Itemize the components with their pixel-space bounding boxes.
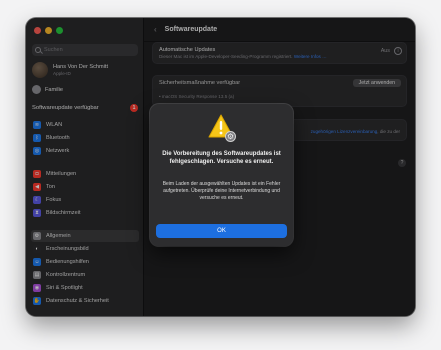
error-dialog: ⚙ Die Vorbereitung des Softwareupdates i…: [150, 104, 293, 246]
warning-icon: ⚙: [208, 114, 236, 142]
ok-button[interactable]: OK: [156, 224, 287, 238]
dialog-title: Die Vorbereitung des Softwareupdates ist…: [162, 151, 281, 165]
settings-gear-icon: ⚙: [225, 131, 236, 142]
settings-window: Hans Von Der Schmitt Apple-ID Familie So…: [26, 18, 415, 316]
dialog-message: Beim Laden der ausgewählten Updates ist …: [162, 181, 281, 201]
